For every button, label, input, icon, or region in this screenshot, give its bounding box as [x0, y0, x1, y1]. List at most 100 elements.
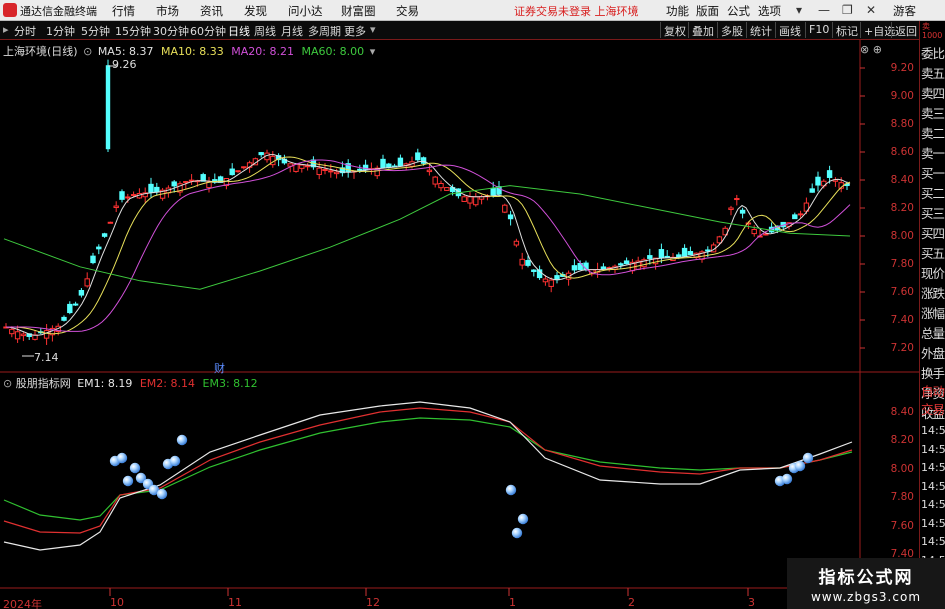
signal-ball-icon: [517, 513, 529, 525]
period-tab-more[interactable]: 更多: [344, 23, 366, 39]
menu-trade[interactable]: 交易: [396, 3, 419, 19]
back-button[interactable]: 返回: [891, 22, 920, 38]
draw-line-button[interactable]: 画线: [775, 22, 804, 38]
candle-down: [531, 269, 537, 272]
period-tab-5min[interactable]: 5分钟: [81, 23, 110, 39]
period-tab-daily[interactable]: 日线: [228, 23, 250, 39]
chart-area[interactable]: 上海环境(日线) ⊙ MA5: 8.37 MA10: 8.33 MA20: 8.…: [0, 40, 919, 609]
chart-canvas[interactable]: [0, 40, 919, 609]
y-tick-indicator: 7.80: [890, 491, 914, 503]
candle-down: [229, 168, 235, 176]
candle-up: [333, 171, 340, 175]
candle-down: [681, 247, 688, 257]
more-options-icon[interactable]: ▾: [370, 45, 376, 58]
financial-marker[interactable]: 财: [214, 360, 225, 376]
close-icon[interactable]: ✕: [866, 3, 876, 17]
candle-down: [258, 152, 264, 156]
minimize-icon[interactable]: —: [818, 3, 830, 17]
panel-item: 卖五: [921, 66, 945, 81]
y-tick-main: 8.00: [890, 230, 914, 242]
f10-button[interactable]: F10: [805, 22, 832, 38]
signal-ball-icon: [794, 460, 806, 472]
panel-item[interactable]: 自动: [921, 385, 945, 399]
indicator-menu-icon[interactable]: ⊙: [3, 377, 12, 390]
panel-item: 卖二: [921, 126, 945, 141]
panel-item: 卖一: [921, 146, 945, 161]
chart-settings-icon[interactable]: ⊗ ⊕: [860, 43, 882, 56]
candle-up: [473, 196, 479, 206]
site-watermark: 指标公式网 www.zbgs3.com: [787, 558, 945, 609]
candle-down: [101, 233, 108, 237]
x-tick: 11: [228, 596, 242, 609]
restore-icon[interactable]: ❐: [842, 3, 853, 17]
candle-up: [9, 328, 15, 335]
menu-layout[interactable]: 版面: [696, 3, 719, 19]
menu-ask[interactable]: 问小达: [288, 3, 323, 19]
x-tick: 2: [628, 596, 635, 609]
period-tab-monthly[interactable]: 月线: [281, 23, 303, 39]
period-tab-30min[interactable]: 30分钟: [153, 23, 189, 39]
candle-down: [647, 255, 653, 259]
period-tab-multi[interactable]: 多周期: [308, 23, 341, 39]
ma60-label: MA60: 8.00: [301, 45, 365, 58]
legend-dropdown-icon[interactable]: ⊙: [83, 45, 92, 58]
candle-up: [797, 213, 804, 216]
adjust-button[interactable]: 复权: [660, 22, 689, 38]
menu-function[interactable]: 功能: [666, 3, 689, 19]
statistics-button[interactable]: 统计: [746, 22, 775, 38]
more-dropdown-icon[interactable]: ▾: [370, 23, 376, 36]
candle-down: [507, 214, 514, 220]
candle-up: [241, 166, 247, 169]
candle-down: [148, 183, 154, 193]
y-tick-main: 7.20: [890, 342, 914, 354]
menu-options[interactable]: 选项: [758, 3, 781, 19]
candle-up: [542, 278, 549, 283]
multi-stock-button[interactable]: 多股: [717, 22, 746, 38]
mark-button[interactable]: 标记: [832, 22, 861, 38]
menu-news[interactable]: 资讯: [200, 3, 223, 19]
candle-down: [658, 249, 665, 259]
overlay-button[interactable]: 叠加: [688, 22, 717, 38]
x-tick: 1: [509, 596, 516, 609]
y-tick-main: 8.20: [890, 202, 914, 214]
menu-discover[interactable]: 发现: [244, 3, 267, 19]
candle-up: [426, 169, 433, 173]
signal-ball-icon: [511, 527, 523, 539]
period-tab-60min[interactable]: 60分钟: [190, 23, 226, 39]
panel-item: 买三: [921, 206, 945, 221]
stock-title[interactable]: 上海环境(日线): [3, 45, 78, 58]
candle-up: [502, 204, 508, 213]
period-tab-1min[interactable]: 1分钟: [46, 23, 75, 39]
candle-down: [67, 303, 73, 314]
menu-dropdown-icon[interactable]: ▾: [796, 3, 802, 17]
candle-up: [130, 194, 137, 197]
panel-item[interactable]: 交易: [921, 403, 945, 417]
menu-wealth[interactable]: 财富圈: [341, 3, 376, 19]
menu-formula[interactable]: 公式: [727, 3, 750, 19]
candle-up: [125, 196, 131, 199]
candle-up: [299, 164, 305, 169]
panel-item: 委比: [921, 46, 945, 61]
candle-up: [43, 330, 50, 339]
y-tick-indicator: 8.40: [890, 406, 914, 418]
indicator-name[interactable]: 股朋指标网: [16, 377, 71, 390]
watermark-title: 指标公式网: [818, 568, 914, 588]
menu-market-quotes[interactable]: 行情: [112, 3, 135, 19]
candle-up: [763, 233, 769, 236]
menu-market[interactable]: 市场: [156, 3, 179, 19]
period-tab-15min[interactable]: 15分钟: [115, 23, 151, 39]
panel-item: 现价: [921, 266, 945, 281]
y-tick-main: 7.40: [890, 314, 914, 326]
ma60-line: [3, 185, 851, 290]
guest-label[interactable]: 游客: [893, 3, 916, 19]
period-tab-timeshare[interactable]: 分时: [14, 23, 36, 39]
ma5-line: [5, 154, 851, 336]
signal-ball-icon: [802, 452, 814, 464]
panel-item: 总量: [921, 326, 945, 341]
candle-up: [432, 176, 438, 185]
toolbar-menu-icon[interactable]: ▸: [3, 23, 9, 36]
candle-down: [380, 158, 386, 169]
period-tab-weekly[interactable]: 周线: [254, 23, 276, 39]
candle-up: [728, 207, 734, 210]
candle-up: [183, 181, 189, 184]
